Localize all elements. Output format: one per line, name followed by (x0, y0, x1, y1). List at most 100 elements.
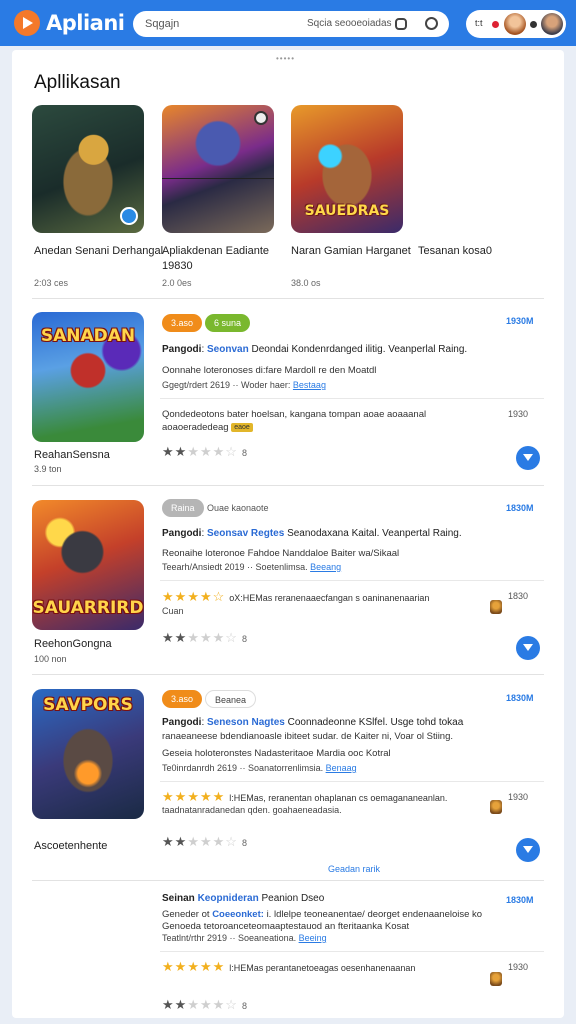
page-title: Apllikasan (34, 72, 121, 93)
headline-text: Peanion Dseo (261, 893, 325, 904)
avatar-secondary[interactable] (541, 13, 563, 35)
avatar[interactable] (504, 13, 526, 35)
app-card-name[interactable]: ReehonGongna (34, 638, 112, 650)
star-icon: ★ (162, 997, 175, 1012)
rating-stars: ★★★★★☆ 8 (162, 997, 247, 1013)
featured-art-title: SAUEDRAS (304, 203, 390, 219)
headline-publisher[interactable]: Keopnideran (198, 893, 259, 904)
featured-app-name[interactable]: Anedan Senani Derhangal (34, 244, 164, 259)
star-icon: ★ (199, 834, 213, 849)
headline-prefix: Pangodi (162, 344, 202, 355)
profile-area[interactable]: t:t (466, 10, 566, 38)
app-art-title: SAUARRIRD (32, 598, 144, 618)
headline-text: Seanodaxana Kaital. Veanpertal Raing. (287, 528, 462, 539)
download-button[interactable] (516, 838, 540, 862)
star-icon: ☆ (225, 834, 238, 849)
star-icon: ☆ (225, 444, 238, 459)
app-meta-link[interactable]: Beeang (310, 562, 341, 572)
app-title[interactable]: Apliani (46, 11, 125, 35)
featured-app-image[interactable] (162, 105, 274, 233)
app-description-extra: ranaeaneese bdendianoasle ibiteet sudar.… (162, 731, 454, 742)
app-meta: Teearh/Ansiedt 2019 ·· Soetenlimsa. Beea… (162, 562, 341, 572)
app-card-image[interactable]: SAVPORS (32, 689, 144, 819)
search-hint: Sqcia seooeoiadas (307, 18, 392, 29)
app-meta: Te0inrdanrdh 2619 ·· Soanatorrenlimsia. … (162, 763, 357, 773)
star-icon: ★ (187, 789, 200, 804)
category-tag[interactable]: Beanea (205, 690, 257, 708)
app-headline: Pangodi: Seonsav Regtes Seanodaxana Kait… (162, 528, 462, 539)
rating-count: 8 (241, 448, 247, 458)
star-icon: ★ (187, 444, 200, 459)
category-tag[interactable]: 6 suna (205, 314, 251, 332)
headline-prefix: Pangodi (162, 528, 202, 539)
app-meta-link[interactable]: Benaag (326, 763, 357, 773)
profile-label: t:t (475, 18, 483, 28)
star-icon: ★ (212, 630, 226, 645)
drag-handle-icon[interactable]: ••••• (276, 54, 295, 63)
star-icon: ★ (174, 959, 188, 974)
app-meta-link[interactable]: Beeing (299, 933, 327, 943)
star-icon: ★ (199, 789, 213, 804)
app-headline: Pangodi: Seneson Nagtes Coonnadeonne KSl… (162, 717, 464, 728)
category-tag[interactable]: 3.aso (162, 690, 203, 708)
review-size: 1830 (508, 591, 529, 601)
review-stars: ★★★★★ l:HEMas, reranentan ohaplanan cs oe… (162, 789, 447, 805)
status-dot-icon (530, 21, 537, 28)
featured-app-name[interactable]: Tesanan kosa0 (418, 244, 548, 259)
app-meta-text: Teearh/Ansiedt 2019 ·· Soetenlimsa. (162, 562, 308, 572)
star-icon: ★ (174, 997, 188, 1012)
download-button[interactable] (516, 636, 540, 660)
mini-badge: eaoe (231, 422, 253, 432)
featured-app-image[interactable] (32, 105, 144, 233)
search-input[interactable] (145, 16, 285, 32)
divider (32, 298, 544, 299)
review-stars: ★★★★☆ oX:HEMas reranenaaecfangan s oanina… (162, 589, 429, 605)
app-description: Geneder ot Coeeonket: i. ldlelpe teonean… (162, 909, 482, 920)
review-sub: taadnatanradanedan qden. goahaeneadasia. (162, 805, 342, 815)
search-icon[interactable] (425, 17, 438, 30)
camera-icon (120, 207, 138, 225)
app-logo-icon[interactable] (14, 10, 40, 36)
star-icon: ★ (199, 959, 213, 974)
divider (160, 398, 544, 399)
top-bar: Apliani Sqcia seooeoiadas t:t (0, 0, 576, 46)
app-card-name[interactable]: Ascoetenhente (34, 840, 107, 852)
divider (160, 580, 544, 581)
category-tag[interactable]: Ouae kaonaote (207, 503, 269, 513)
star-icon: ★ (174, 834, 188, 849)
category-tag[interactable]: 3.aso (162, 314, 203, 332)
headline-publisher[interactable]: Seneson Nagtes (207, 717, 285, 728)
star-icon: ★ (187, 589, 200, 604)
app-description: Geseia holoteronstes Nadasteritaoe Mardi… (162, 748, 391, 759)
app-card-image[interactable]: SANADAN (32, 312, 144, 442)
headline-publisher[interactable]: Seonsav Regtes (207, 528, 284, 539)
app-meta-link[interactable]: Bestaag (293, 380, 326, 390)
app-meta-text: Teatlnt/rthr 2919 ·· Soeaneationa. (162, 933, 297, 943)
desc-publisher[interactable]: Coeeonket: (212, 909, 264, 920)
category-tag[interactable]: Raina (162, 499, 204, 517)
app-card-name[interactable]: ReahanSensna (34, 449, 110, 461)
featured-app-image[interactable]: SAUEDRAS (291, 105, 403, 233)
featured-app-name[interactable]: Apliakdenan Eadiante 19830 (162, 244, 292, 274)
app-meta-text: Te0inrdanrdh 2619 ·· Soanatorrenlimsia. (162, 763, 324, 773)
detail-size: 1930 (508, 409, 529, 419)
divider (32, 674, 544, 675)
star-icon: ★ (187, 997, 200, 1012)
star-icon: ★ (199, 589, 213, 604)
show-more-link[interactable]: Geadan rarik (328, 864, 380, 874)
message-icon[interactable] (395, 18, 407, 30)
featured-app-name[interactable]: Naran Gamian Harganet (291, 244, 421, 259)
search-box[interactable]: Sqcia seooeoiadas (133, 11, 449, 37)
star-icon: ★ (187, 834, 200, 849)
app-art-title: SAVPORS (43, 695, 133, 715)
app-card-image[interactable]: SAUARRIRD (32, 500, 144, 630)
app-detail-text: aoaoeradedeag (162, 422, 229, 433)
desc-text: i. ldlelpe teoneanentae/ deorget endenaa… (266, 909, 483, 920)
star-icon: ★ (212, 834, 226, 849)
divider (32, 485, 544, 486)
headline-publisher[interactable]: Seonvan (207, 344, 249, 355)
star-icon: ★ (212, 789, 226, 804)
app-art-title: SANADAN (40, 326, 136, 346)
featured-app-sub: 2:03 ces (34, 278, 69, 288)
download-button[interactable] (516, 446, 540, 470)
